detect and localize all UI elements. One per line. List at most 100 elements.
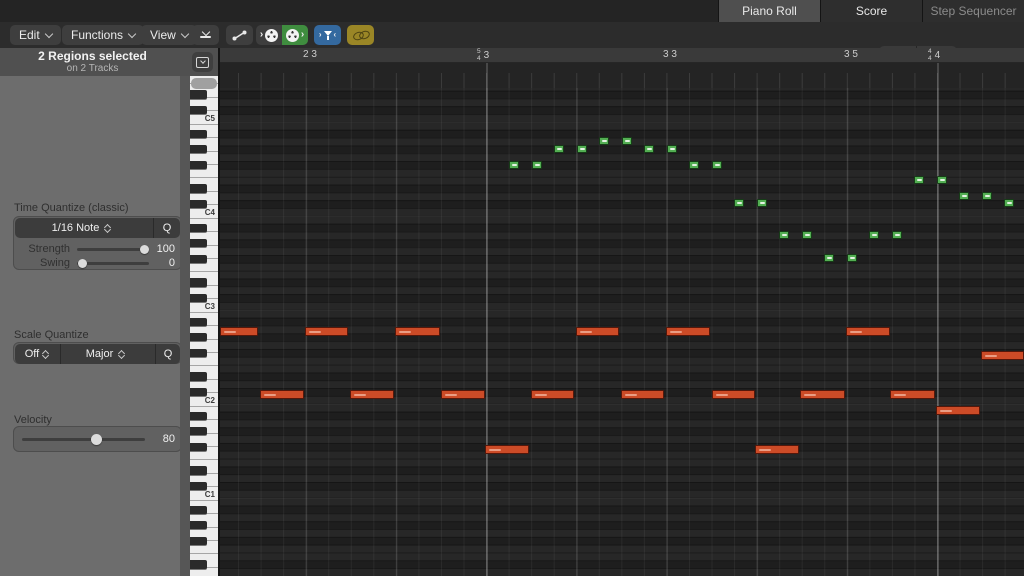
midi-note-green[interactable] <box>937 176 947 184</box>
piano-black-key[interactable] <box>190 560 207 569</box>
note-velocity-mark <box>399 330 411 333</box>
midi-note-green[interactable] <box>779 231 789 239</box>
midi-note-red[interactable] <box>712 390 755 399</box>
midi-note-green[interactable] <box>622 137 632 145</box>
midi-note-red[interactable] <box>621 390 664 399</box>
piano-black-key[interactable] <box>190 317 207 326</box>
midi-note-red[interactable] <box>350 390 394 399</box>
piano-black-key[interactable] <box>190 90 207 99</box>
midi-in-button[interactable]: › <box>256 25 282 45</box>
midi-note-green[interactable] <box>577 145 587 153</box>
midi-transform-button[interactable]: › ‹ <box>314 25 341 45</box>
time-quantize-apply-button[interactable]: Q <box>154 218 180 238</box>
note-grid[interactable] <box>220 63 1024 576</box>
edit-menu-button[interactable]: Edit <box>10 25 61 45</box>
midi-note-green[interactable] <box>959 192 969 200</box>
time-signature-change-line <box>486 63 488 576</box>
piano-keyboard[interactable]: C1 C2 C3 C4 C5 <box>190 76 218 576</box>
piano-black-key[interactable] <box>190 160 207 170</box>
tab-step-sequencer[interactable]: Step Sequencer <box>922 0 1024 22</box>
midi-note-red[interactable] <box>260 390 304 399</box>
midi-note-green[interactable] <box>982 192 992 200</box>
midi-note-red[interactable] <box>531 390 574 399</box>
swing-slider-knob[interactable] <box>78 259 88 268</box>
tab-score[interactable]: Score <box>820 0 922 22</box>
midi-note-green[interactable] <box>869 231 879 239</box>
keyboard-scroll-thumb[interactable] <box>191 78 217 89</box>
note-velocity-mark <box>264 393 276 396</box>
strength-slider-knob[interactable] <box>140 245 149 254</box>
midi-note-green[interactable] <box>667 145 677 153</box>
velocity-slider[interactable] <box>22 434 145 445</box>
piano-black-key[interactable] <box>190 427 207 436</box>
scale-root-dropdown[interactable]: Off <box>15 344 60 364</box>
midi-note-green[interactable] <box>802 231 812 239</box>
time-quantize-dropdown[interactable]: 1/16 Note <box>15 218 153 238</box>
note-velocity-mark <box>714 164 720 166</box>
piano-black-key[interactable] <box>190 129 207 138</box>
functions-menu-button[interactable]: Functions <box>62 25 145 45</box>
midi-note-green[interactable] <box>1004 199 1014 207</box>
midi-note-green[interactable] <box>734 199 744 207</box>
midi-note-red[interactable] <box>890 390 935 399</box>
midi-note-green[interactable] <box>554 145 564 153</box>
piano-black-key[interactable] <box>190 254 207 264</box>
strength-slider[interactable] <box>77 244 149 254</box>
inspector-disclosure-button[interactable] <box>192 52 213 72</box>
midi-note-green[interactable] <box>757 199 767 207</box>
midi-note-green[interactable] <box>847 254 857 262</box>
piano-black-key[interactable] <box>190 145 207 154</box>
midi-note-red[interactable] <box>441 390 485 399</box>
piano-black-key[interactable] <box>190 442 207 452</box>
midi-note-green[interactable] <box>892 231 902 239</box>
midi-note-red[interactable] <box>846 327 890 336</box>
bar-ruler[interactable]: 2 3 543 3 3 3 5 444 <box>220 48 1024 63</box>
midi-note-red[interactable] <box>485 445 529 454</box>
midi-note-red[interactable] <box>755 445 799 454</box>
piano-black-key[interactable] <box>190 411 207 420</box>
midi-note-green[interactable] <box>532 161 542 169</box>
midi-note-green[interactable] <box>644 145 654 153</box>
piano-black-key[interactable] <box>190 223 207 232</box>
piano-black-key[interactable] <box>190 278 207 287</box>
midi-note-green[interactable] <box>914 176 924 184</box>
collapse-mode-button[interactable] <box>192 25 219 45</box>
midi-note-green[interactable] <box>599 137 609 145</box>
link-button[interactable] <box>347 25 374 45</box>
midi-note-red[interactable] <box>220 327 258 336</box>
note-velocity-mark <box>601 140 607 142</box>
scale-type-dropdown[interactable]: Major <box>61 344 155 364</box>
piano-black-key[interactable] <box>190 333 207 342</box>
note-velocity-mark <box>646 148 652 150</box>
midi-out-button[interactable]: › <box>282 25 308 45</box>
piano-black-key[interactable] <box>190 521 207 530</box>
piano-black-key[interactable] <box>190 348 207 358</box>
midi-note-green[interactable] <box>824 254 834 262</box>
piano-black-key[interactable] <box>190 239 207 248</box>
midi-note-green[interactable] <box>509 161 519 169</box>
midi-note-red[interactable] <box>936 406 980 415</box>
piano-black-key[interactable] <box>190 536 207 546</box>
velocity-slider-knob[interactable] <box>91 434 103 445</box>
chevron-down-icon <box>180 29 190 38</box>
midi-note-red[interactable] <box>666 327 710 336</box>
midi-draw-button[interactable] <box>226 25 253 45</box>
view-menu-button[interactable]: View <box>141 25 197 45</box>
midi-note-red[interactable] <box>576 327 619 336</box>
midi-note-green[interactable] <box>712 161 722 169</box>
midi-note-green[interactable] <box>689 161 699 169</box>
chevron-down-icon <box>127 29 137 38</box>
midi-note-red[interactable] <box>800 390 845 399</box>
piano-white-key[interactable] <box>190 567 218 576</box>
tab-piano-roll[interactable]: Piano Roll <box>718 0 820 22</box>
swing-slider[interactable] <box>77 258 149 268</box>
note-velocity-mark <box>826 257 832 259</box>
midi-note-red[interactable] <box>305 327 348 336</box>
piano-black-key[interactable] <box>190 372 207 381</box>
midi-note-red[interactable] <box>395 327 440 336</box>
piano-black-key[interactable] <box>190 184 207 193</box>
piano-black-key[interactable] <box>190 505 207 514</box>
piano-black-key[interactable] <box>190 466 207 475</box>
midi-note-red[interactable] <box>981 351 1024 360</box>
scale-quantize-apply-button[interactable]: Q <box>156 344 180 364</box>
